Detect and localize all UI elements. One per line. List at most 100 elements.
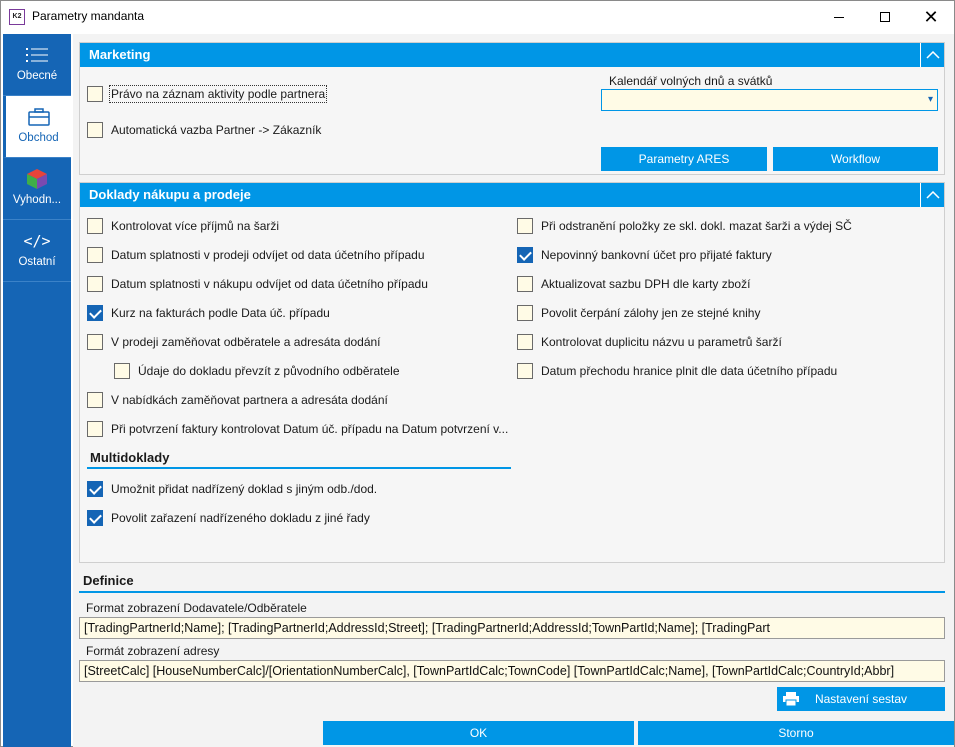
checkbox-box[interactable] <box>517 218 533 234</box>
maximize-button[interactable] <box>862 1 908 33</box>
chevron-up-icon <box>925 191 940 199</box>
checkbox-label: Datum splatnosti v nákupu odvíjet od dat… <box>111 277 428 291</box>
checkbox-label: Umožnit přidat nadřízený doklad s jiným … <box>111 482 378 496</box>
briefcase-icon <box>6 104 71 130</box>
checkbox-nepovinny-ucet[interactable]: Nepovinný bankovní účet pro přijaté fakt… <box>517 245 772 265</box>
multidoklady-divider <box>87 467 511 469</box>
window: K2 Parametry mandanta ✕ Obecné Obchod Vy… <box>0 0 955 747</box>
code-icon: </> <box>23 232 51 250</box>
checkbox-box[interactable] <box>87 481 103 497</box>
checkbox-label: Povolit zařazení nadřízeného dokladu z j… <box>111 511 370 525</box>
definice-divider <box>79 591 945 593</box>
checkbox-label: Při potvrzení faktury kontrolovat Datum … <box>111 422 509 436</box>
checkbox-box[interactable] <box>517 276 533 292</box>
checkbox-label: Kontrolovat více příjmů na šarži <box>111 219 280 233</box>
maximize-icon <box>880 12 890 22</box>
cube-icon <box>3 166 71 192</box>
checkbox-povolit-zarazeni[interactable]: Povolit zařazení nadřízeného dokladu z j… <box>87 508 370 528</box>
multidoklady-heading: Multidoklady <box>90 450 170 465</box>
checkbox-box[interactable] <box>114 363 130 379</box>
sidebar-item-vyhodnoceni[interactable]: Vyhodn... <box>3 158 71 220</box>
checkbox-box[interactable] <box>517 363 533 379</box>
checkbox-box[interactable] <box>87 510 103 526</box>
close-icon: ✕ <box>923 6 939 27</box>
minimize-button[interactable] <box>816 1 862 33</box>
address-format-label: Formát zobrazení adresy <box>86 644 220 658</box>
sidebar-item-ostatni[interactable]: </> Ostatní <box>3 220 71 282</box>
collapse-doklady-button[interactable] <box>920 183 944 207</box>
checkbox-label: Údaje do dokladu převzít z původního odb… <box>138 364 400 378</box>
checkbox-label: Kurz na fakturách podle Data úč. případu <box>111 306 330 320</box>
checkbox-box[interactable] <box>87 86 103 102</box>
checkbox-pravo-na-zaznam[interactable]: Právo na záznam aktivity podle partnera <box>87 84 328 104</box>
sidebar-item-obecne[interactable]: Obecné <box>3 34 71 96</box>
checkbox-duplicita-nazvu[interactable]: Kontrolovat duplicitu názvu u parametrů … <box>517 332 782 352</box>
collapse-marketing-button[interactable] <box>920 43 944 67</box>
checkbox-label: Právo na záznam aktivity podle partnera <box>108 85 328 103</box>
storno-button[interactable]: Storno <box>638 721 954 745</box>
checkbox-datum-prechodu[interactable]: Datum přechodu hranice plnit dle data úč… <box>517 361 837 381</box>
checkbox-box[interactable] <box>87 305 103 321</box>
supplier-format-label: Format zobrazení Dodavatele/Odběratele <box>86 601 307 615</box>
sidebar-item-obchod[interactable]: Obchod <box>3 96 71 158</box>
checkbox-label: Nepovinný bankovní účet pro přijaté fakt… <box>541 248 772 262</box>
doklady-panel: Doklady nákupu a prodeje Kontrolovat víc… <box>79 182 945 563</box>
checkbox-label: Při odstranění položky ze skl. dokl. maz… <box>541 219 852 233</box>
checkbox-box[interactable] <box>87 334 103 350</box>
checkbox-box[interactable] <box>517 247 533 263</box>
nastaveni-sestav-button[interactable]: Nastavení sestav <box>777 687 945 711</box>
checkbox-udaje-prevzit[interactable]: Údaje do dokladu převzít z původního odb… <box>114 361 400 381</box>
checkbox-box[interactable] <box>517 334 533 350</box>
panel-title: Doklady nákupu a prodeje <box>89 187 251 202</box>
checkbox-potvrzeni-faktury[interactable]: Při potvrzení faktury kontrolovat Datum … <box>87 419 508 439</box>
parametry-ares-button[interactable]: Parametry ARES <box>601 147 767 171</box>
workflow-button[interactable]: Workflow <box>773 147 938 171</box>
checkbox-umoznit-pridat[interactable]: Umožnit přidat nadřízený doklad s jiným … <box>87 479 377 499</box>
supplier-format-input[interactable]: [TradingPartnerId;Name]; [TradingPartner… <box>79 617 945 639</box>
checkbox-label: Datum přechodu hranice plnit dle data úč… <box>541 364 838 378</box>
sidebar-item-label: Ostatní <box>18 256 56 268</box>
checkbox-box[interactable] <box>87 421 103 437</box>
checkbox-cerpani-zalohy[interactable]: Povolit čerpání zálohy jen ze stejné kni… <box>517 303 760 323</box>
checkbox-prodej-zamenovat[interactable]: V prodeji zaměňovat odběratele a adresát… <box>87 332 381 352</box>
checkbox-splatnost-nakup[interactable]: Datum splatnosti v nákupu odvíjet od dat… <box>87 274 428 294</box>
calendar-label: Kalendář volných dnů a svátků <box>609 74 773 88</box>
sidebar-item-label: Vyhodn... <box>12 194 62 206</box>
checkbox-label: Datum splatnosti v prodeji odvíjet od da… <box>111 248 425 262</box>
dialog-footer: OK Storno <box>73 717 954 747</box>
checkbox-label: V nabídkách zaměňovat partnera a adresát… <box>111 393 388 407</box>
list-icon <box>3 42 71 68</box>
checkbox-kontrolovat-vice-prijmu[interactable]: Kontrolovat více příjmů na šarži <box>87 216 279 236</box>
chevron-up-icon <box>925 51 940 59</box>
checkbox-box[interactable] <box>87 122 103 138</box>
marketing-header: Marketing <box>80 43 944 67</box>
checkbox-automaticka-vazba[interactable]: Automatická vazba Partner -> Zákazník <box>87 120 321 140</box>
dropdown-icon: ▾ <box>927 94 933 105</box>
checkbox-box[interactable] <box>87 247 103 263</box>
minimize-icon <box>834 16 844 18</box>
checkbox-nabidky-zamenovat[interactable]: V nabídkách zaměňovat partnera a adresát… <box>87 390 388 410</box>
ok-button[interactable]: OK <box>323 721 634 745</box>
checkbox-box[interactable] <box>87 392 103 408</box>
checkbox-kurz-na-fakturach[interactable]: Kurz na fakturách podle Data úč. případu <box>87 303 330 323</box>
checkbox-label: Povolit čerpání zálohy jen ze stejné kni… <box>541 306 761 320</box>
address-format-input[interactable]: [StreetCalc] [HouseNumberCalc]/[Orientat… <box>79 660 945 682</box>
checkbox-aktualizovat-dph[interactable]: Aktualizovat sazbu DPH dle karty zboží <box>517 274 750 294</box>
close-button[interactable]: ✕ <box>908 1 954 33</box>
sidebar: Obecné Obchod Vyhodn... </> Ostatní <box>3 34 71 747</box>
sidebar-item-label: Obchod <box>18 132 59 144</box>
panel-title: Marketing <box>89 47 151 62</box>
title-bar: K2 Parametry mandanta ✕ <box>1 1 954 33</box>
checkbox-label: V prodeji zaměňovat odběratele a adresát… <box>111 335 381 349</box>
button-label: Nastavení sestav <box>814 692 908 706</box>
checkbox-box[interactable] <box>517 305 533 321</box>
checkbox-box[interactable] <box>87 218 103 234</box>
calendar-combobox[interactable]: ▾ <box>601 89 938 111</box>
printer-icon <box>783 692 799 706</box>
checkbox-label: Kontrolovat duplicitu názvu u parametrů … <box>541 335 782 349</box>
checkbox-splatnost-prodej[interactable]: Datum splatnosti v prodeji odvíjet od da… <box>87 245 425 265</box>
checkbox-label: Automatická vazba Partner -> Zákazník <box>111 123 322 137</box>
checkbox-box[interactable] <box>87 276 103 292</box>
checkbox-odstraneni-polozky[interactable]: Při odstranění položky ze skl. dokl. maz… <box>517 216 852 236</box>
app-icon: K2 <box>9 9 25 25</box>
